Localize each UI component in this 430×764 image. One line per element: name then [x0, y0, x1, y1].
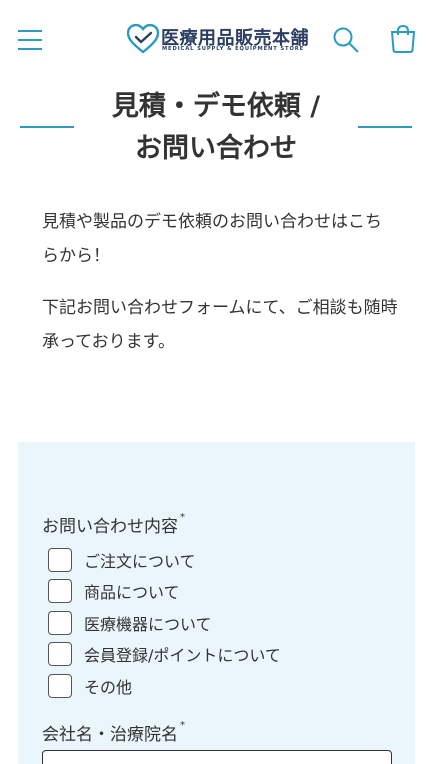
checkbox-option-medical-device[interactable]: 医療機器について — [48, 607, 368, 639]
intro-text: 見積や製品のデモ依頼のお問い合わせはこちらから！ 下記お問い合わせフォームにて、… — [42, 205, 398, 377]
cart-icon[interactable] — [388, 24, 418, 54]
required-mark: * — [180, 720, 185, 731]
checkbox[interactable] — [48, 610, 72, 635]
checkbox-option-other[interactable]: その他 — [48, 670, 368, 702]
checkbox-option-order[interactable]: ご注文について — [48, 544, 368, 576]
title-divider-right — [358, 126, 412, 128]
checkbox-label: 会員登録/ポイントについて — [84, 646, 281, 666]
intro-paragraph-2: 下記お問い合わせフォームにて、ご相談も随時承っております。 — [42, 298, 398, 352]
inquiry-type-checklist: ご注文について 商品について 医療機器について 会員登録/ポイントについて その… — [48, 544, 368, 702]
hamburger-menu-icon[interactable] — [16, 26, 44, 54]
checkbox-label: その他 — [84, 677, 133, 697]
checkbox-label: 医療機器について — [84, 614, 212, 634]
page-title: 見積・デモ依頼 / お問い合わせ — [84, 86, 348, 170]
page-title-line2: お問い合わせ — [135, 133, 297, 164]
company-name-label: 会社名・治療院名 * — [42, 720, 185, 745]
checkbox-label: ご注文について — [84, 551, 196, 571]
intro-paragraph-1: 見積や製品のデモ依頼のお問い合わせはこちらから！ — [42, 212, 382, 266]
checkbox[interactable] — [48, 547, 72, 572]
checkbox-label: 商品について — [84, 583, 180, 603]
checkbox-option-membership[interactable]: 会員登録/ポイントについて — [48, 639, 368, 671]
checkbox[interactable] — [48, 642, 72, 667]
required-mark: * — [180, 512, 185, 523]
checkbox[interactable] — [48, 579, 72, 604]
title-divider-left — [20, 126, 74, 128]
page-title-line1: 見積・デモ依頼 / — [111, 91, 321, 122]
logo-subtitle: MEDICAL SUPPLY & EQUIPMENT STORE — [162, 46, 305, 52]
inquiry-type-label: お問い合わせ内容 * — [42, 512, 185, 537]
heart-hand-logo-icon — [127, 24, 159, 54]
search-icon[interactable] — [332, 26, 360, 54]
site-header: 医療用品販売本舗 MEDICAL SUPPLY & EQUIPMENT STOR… — [0, 0, 430, 80]
site-logo[interactable]: 医療用品販売本舗 MEDICAL SUPPLY & EQUIPMENT STOR… — [127, 24, 309, 56]
checkbox-option-product[interactable]: 商品について — [48, 576, 368, 608]
company-name-input[interactable] — [42, 750, 392, 764]
checkbox[interactable] — [48, 673, 72, 698]
page-title-block: 見積・デモ依頼 / お問い合わせ — [0, 86, 430, 168]
